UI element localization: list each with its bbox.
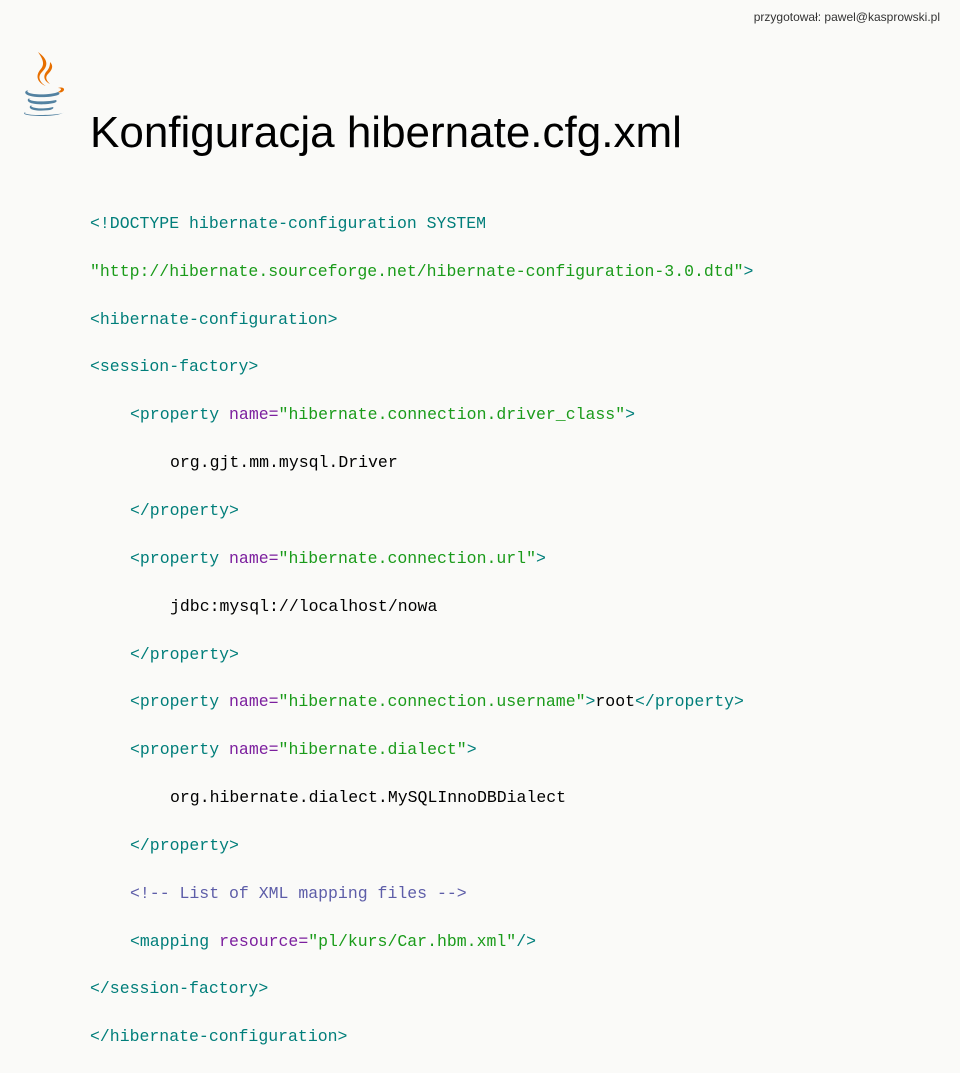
code-line: </property> [130, 499, 753, 523]
code-line: <property name="hibernate.connection.dri… [130, 403, 753, 427]
xml-tag: </property> [130, 501, 239, 520]
code-line: jdbc:mysql://localhost/nowa [170, 595, 753, 619]
xml-text: org.hibernate.dialect.MySQLInnoDBDialect [170, 788, 566, 807]
xml-tag: <mapping [130, 932, 219, 951]
xml-tag: <session-factory> [90, 357, 258, 376]
xml-attr: name= [229, 692, 279, 711]
xml-tag: > [467, 740, 477, 759]
xml-tag: > [744, 262, 754, 281]
code-line: "http://hibernate.sourceforge.net/hibern… [90, 260, 753, 284]
xml-tag: </hibernate-configuration> [90, 1027, 347, 1046]
xml-text: jdbc:mysql://localhost/nowa [170, 597, 437, 616]
xml-tag: </property> [635, 692, 744, 711]
code-line: </property> [130, 643, 753, 667]
code-line: <property name="hibernate.connection.use… [130, 690, 753, 714]
xml-tag: </property> [130, 645, 239, 664]
xml-attr: name= [229, 740, 279, 759]
code-line: <session-factory> [90, 355, 753, 379]
code-line: org.hibernate.dialect.MySQLInnoDBDialect [170, 786, 753, 810]
code-line: <property name="hibernate.connection.url… [130, 547, 753, 571]
xml-attr: name= [229, 405, 279, 424]
xml-tag: > [625, 405, 635, 424]
code-block: <!DOCTYPE hibernate-configuration SYSTEM… [90, 188, 753, 1073]
code-line: <mapping resource="pl/kurs/Car.hbm.xml"/… [130, 930, 753, 954]
xml-comment: <!-- List of XML mapping files --> [130, 884, 467, 903]
code-line: <hibernate-configuration> [90, 308, 753, 332]
xml-tag: > [586, 692, 596, 711]
xml-string: "hibernate.connection.url" [279, 549, 536, 568]
xml-attr: name= [229, 549, 279, 568]
code-line: </hibernate-configuration> [90, 1025, 753, 1049]
header-credit: przygotował: pawel@kasprowski.pl [754, 10, 940, 24]
xml-text: root [595, 692, 635, 711]
code-line: <!-- List of XML mapping files --> [130, 882, 753, 906]
code-line: </property> [130, 834, 753, 858]
code-line: org.gjt.mm.mysql.Driver [170, 451, 753, 475]
xml-doctype: <!DOCTYPE hibernate-configuration SYSTEM [90, 214, 486, 233]
xml-string: "pl/kurs/Car.hbm.xml" [308, 932, 516, 951]
code-line: </session-factory> [90, 977, 753, 1001]
xml-tag: <property [130, 740, 229, 759]
xml-string: "hibernate.connection.driver_class" [279, 405, 626, 424]
xml-string: "hibernate.dialect" [279, 740, 467, 759]
xml-attr: resource= [219, 932, 308, 951]
code-line: <property name="hibernate.dialect"> [130, 738, 753, 762]
xml-string: "hibernate.connection.username" [279, 692, 586, 711]
xml-tag: > [536, 549, 546, 568]
xml-tag: <property [130, 405, 229, 424]
xml-tag: <property [130, 692, 229, 711]
java-logo-icon [20, 50, 68, 116]
xml-string: "http://hibernate.sourceforge.net/hibern… [90, 262, 744, 281]
xml-tag: </property> [130, 836, 239, 855]
page-title: Konfiguracja hibernate.cfg.xml [90, 108, 682, 158]
xml-text: org.gjt.mm.mysql.Driver [170, 453, 398, 472]
xml-tag: <property [130, 549, 229, 568]
xml-tag: /> [516, 932, 536, 951]
xml-tag: </session-factory> [90, 979, 268, 998]
xml-tag: <hibernate-configuration> [90, 310, 338, 329]
code-line: <!DOCTYPE hibernate-configuration SYSTEM [90, 212, 753, 236]
